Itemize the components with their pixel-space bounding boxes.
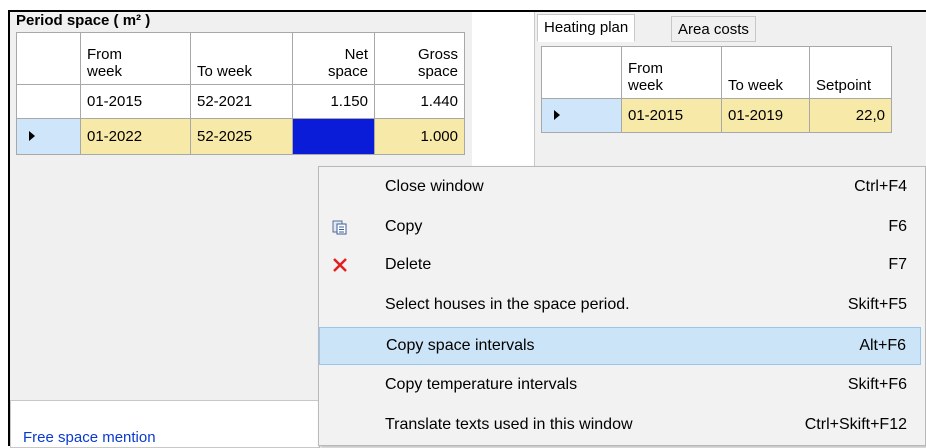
row-selector-header [16,32,81,85]
menu-item-shortcut: Alt+F6 [859,337,906,354]
cell-setpoint[interactable]: 22,0 [809,98,892,133]
tab-heating-plan[interactable]: Heating plan [537,14,636,42]
col-gross-space[interactable]: Gross space [374,32,465,85]
col-setpoint[interactable]: Setpoint [809,46,892,99]
menu-item-shortcut: Ctrl+F4 [854,178,907,195]
menu-item-label: Select houses in the space period. [385,296,630,313]
cell-to-week[interactable]: 52-2021 [190,84,293,119]
table-row[interactable]: 01-2015 01-2019 22,0 [541,98,892,133]
context-menu: Close window Ctrl+F4 Copy F6 Delete F7 S… [318,166,926,446]
cell-gross-space[interactable]: 1.000 [374,118,465,155]
menu-item-label: Translate texts used in this window [385,416,633,433]
col-to-week[interactable]: To week [721,46,810,99]
tab-area-costs[interactable]: Area costs [671,16,756,42]
row-selector[interactable] [541,98,622,133]
table-row[interactable]: 01-2022 52-2025 900 1.000 [16,118,465,155]
col-from-week[interactable]: From week [621,46,722,99]
cell-net-space[interactable]: 900 [292,118,375,155]
row-selector[interactable] [16,118,81,155]
current-row-arrow-icon [29,131,35,141]
delete-icon [333,258,347,272]
menu-item-label: Copy [385,218,423,235]
menu-item-close-window[interactable]: Close window Ctrl+F4 [319,169,921,207]
menu-item-copy-temperature-intervals[interactable]: Copy temperature intervals Skift+F6 [319,367,921,405]
menu-item-shortcut: Skift+F6 [847,376,907,393]
table-row[interactable]: 01-2015 52-2021 1.150 1.440 [16,84,465,119]
menu-item-shortcut: Skift+F5 [847,296,907,313]
menu-item-shortcut: F6 [888,218,907,235]
menu-item-label: Copy temperature intervals [385,376,578,393]
col-net-space[interactable]: Net space [292,32,375,85]
menu-item-label: Delete [385,256,432,273]
period-space-title: Period space ( m² ) [16,12,151,29]
cell-from-week[interactable]: 01-2015 [80,84,191,119]
col-from-week[interactable]: From week [80,32,191,85]
cell-to-week[interactable]: 01-2019 [721,98,810,133]
cell-to-week[interactable]: 52-2025 [190,118,293,155]
heating-plan-grid[interactable]: From week To week Setpoint 01-2015 01-20… [541,46,892,133]
menu-item-copy-space-intervals[interactable]: Copy space intervals Alt+F6 [319,327,921,365]
menu-item-copy[interactable]: Copy F6 [319,209,921,247]
copy-icon [332,220,347,235]
menu-item-translate-texts[interactable]: Translate texts used in this window Ctrl… [319,407,921,445]
current-row-arrow-icon [554,110,560,120]
menu-item-label: Close window [385,178,484,195]
cell-from-week[interactable]: 01-2022 [80,118,191,155]
period-space-grid[interactable]: From week To week Net space Gross space … [16,32,465,155]
col-to-week[interactable]: To week [190,32,293,85]
free-space-mention-label: Free space mention [23,429,156,446]
menu-item-shortcut: F7 [888,256,907,273]
free-space-mention-box[interactable]: Free space mention [10,400,320,448]
cell-net-space[interactable]: 1.150 [292,84,375,119]
cell-gross-space[interactable]: 1.440 [374,84,465,119]
menu-item-select-houses[interactable]: Select houses in the space period. Skift… [319,287,921,325]
menu-item-shortcut: Ctrl+Skift+F12 [804,416,907,433]
menu-item-delete[interactable]: Delete F7 [319,247,921,285]
row-selector-header [541,46,622,99]
cell-from-week[interactable]: 01-2015 [621,98,722,133]
menu-item-label: Copy space intervals [386,337,535,354]
row-selector[interactable] [16,84,81,119]
